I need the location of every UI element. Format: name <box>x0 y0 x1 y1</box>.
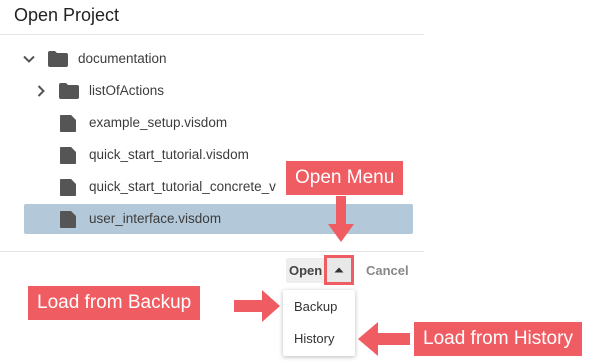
callout-load-backup: Load from Backup <box>28 286 201 320</box>
caret-up-icon <box>334 267 344 273</box>
footer-divider <box>0 251 424 252</box>
tree-row-file-selected[interactable]: user_interface.visdom <box>24 204 413 234</box>
open-button[interactable]: Open <box>286 258 327 283</box>
open-dropdown-menu: Backup History <box>283 290 355 356</box>
file-icon <box>60 147 76 164</box>
tree-item-label: user_interface.visdom <box>89 211 222 226</box>
tree-item-label: quick_start_tutorial_concrete_v <box>89 179 276 194</box>
tree-item-label: listOfActions <box>89 83 165 98</box>
arrow-right-icon <box>234 290 280 322</box>
tree-item-label: documentation <box>78 51 167 66</box>
chevron-down-icon[interactable] <box>22 52 36 66</box>
file-icon <box>60 179 76 196</box>
menu-item-backup[interactable]: Backup <box>294 299 337 314</box>
open-menu-toggle[interactable] <box>324 255 354 285</box>
arrow-down-icon <box>328 196 354 242</box>
menu-item-history[interactable]: History <box>294 331 334 346</box>
folder-icon <box>48 51 68 67</box>
callout-open-menu: Open Menu <box>286 161 404 195</box>
arrow-left-icon <box>358 322 410 356</box>
tree-row-listofactions[interactable]: listOfActions <box>24 76 413 106</box>
file-icon <box>60 211 76 228</box>
chevron-right-icon[interactable] <box>34 84 48 98</box>
tree-item-label: quick_start_tutorial.visdom <box>89 147 249 162</box>
tree-item-label: example_setup.visdom <box>89 115 228 130</box>
dialog-title: Open Project <box>14 5 120 25</box>
tree-row-documentation[interactable]: documentation <box>22 44 413 74</box>
folder-icon <box>59 83 79 99</box>
tree-row-file[interactable]: example_setup.visdom <box>24 108 413 138</box>
callout-load-history: Load from History <box>414 322 582 356</box>
title-divider <box>0 34 424 35</box>
cancel-button[interactable]: Cancel <box>366 258 409 283</box>
file-icon <box>60 115 76 132</box>
